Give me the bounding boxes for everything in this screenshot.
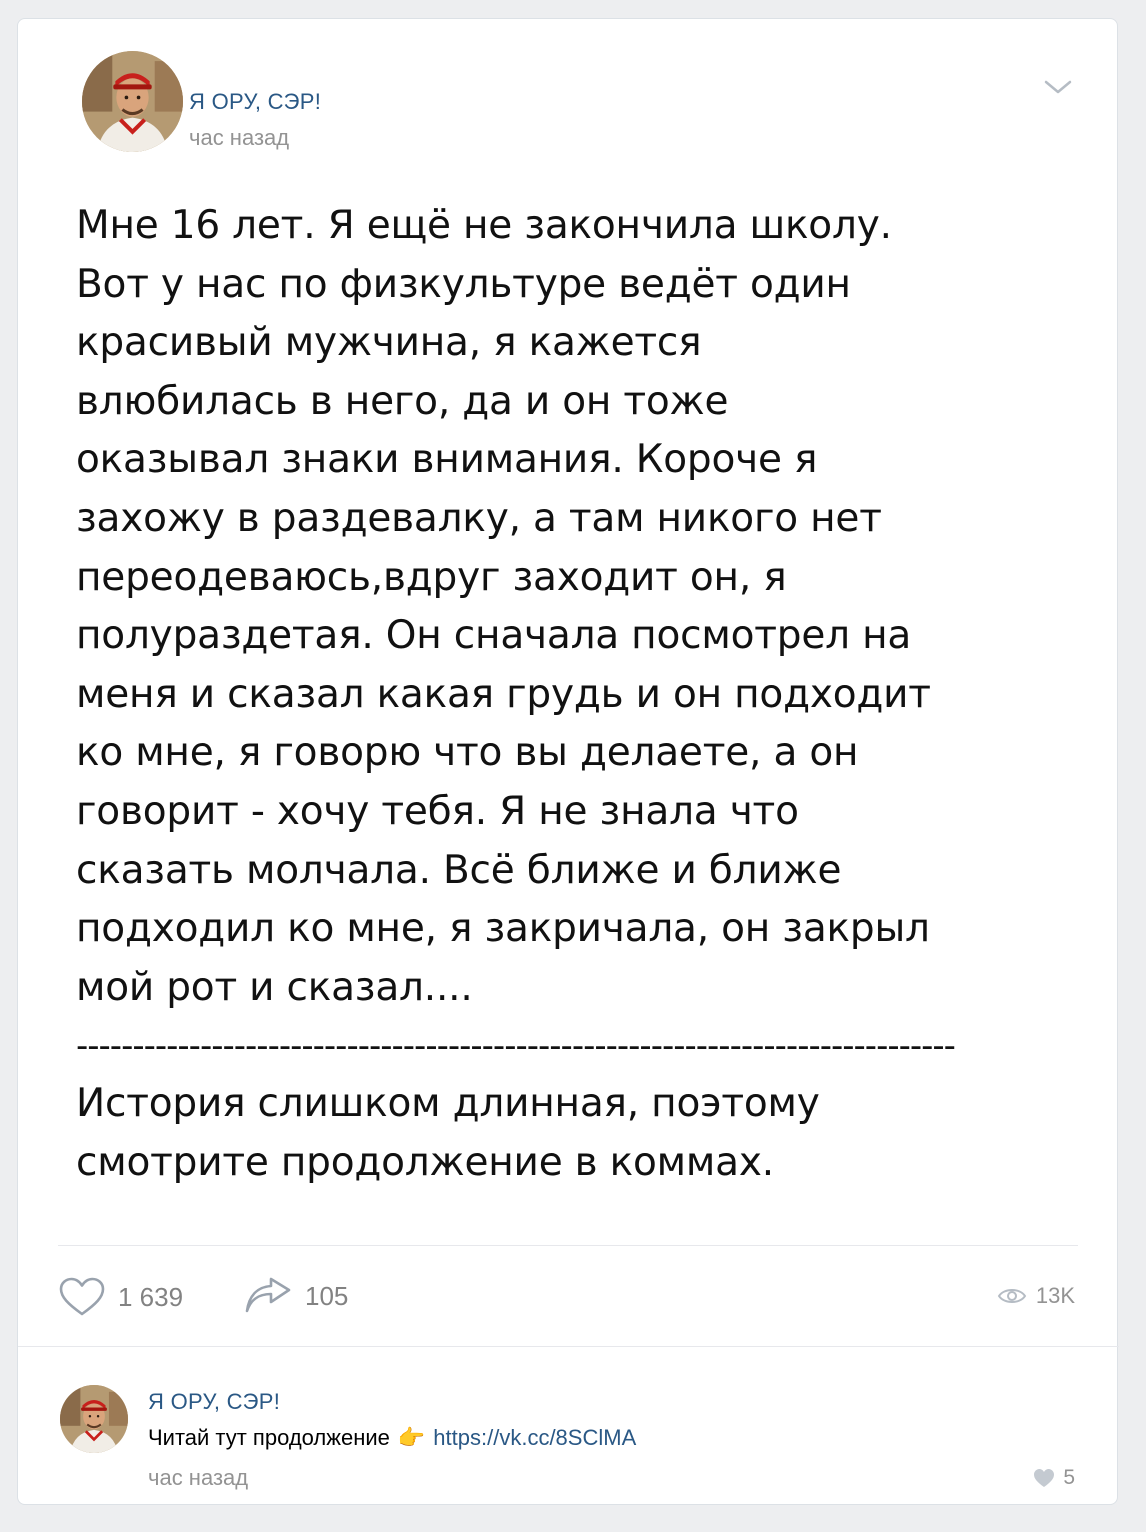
post-author-name[interactable]: Я ОРУ, СЭР!	[189, 89, 321, 115]
chevron-down-icon[interactable]	[1040, 75, 1076, 99]
post-timestamp[interactable]: час назад	[189, 125, 289, 151]
like-button[interactable]: 1 639	[58, 1277, 183, 1317]
text-divider: ----------------------------------------…	[76, 1026, 956, 1067]
post-text-line: захожу в раздевалку, а там никого нет	[76, 495, 882, 541]
post-text-line: переодеваюсь,вдруг заходит он, я	[76, 554, 787, 600]
comment-like-button[interactable]: 5	[1033, 1466, 1075, 1490]
post-text-line: мой рот и сказал....	[76, 964, 473, 1010]
pointing-hand-icon: 👉	[397, 1425, 426, 1450]
post-text-line: ко мне, я говорю что вы делаете, а он	[76, 730, 859, 776]
comment-author-avatar[interactable]	[60, 1385, 128, 1453]
avatar-image	[82, 51, 183, 152]
comment-timestamp[interactable]: час назад	[148, 1465, 248, 1491]
post-text-line: Мне 16 лет. Я ещё не закончила школу.	[76, 203, 892, 248]
divider	[18, 1346, 1119, 1347]
comment-author-name[interactable]: Я ОРУ, СЭР!	[148, 1389, 280, 1415]
post-text-line: оказывал знаки внимания. Короче я	[76, 437, 818, 483]
share-count: 105	[305, 1280, 349, 1311]
avatar-image	[60, 1385, 128, 1453]
post-text: Мне 16 лет. Я ещё не закончила школу. Во…	[76, 197, 1086, 1193]
post-footer-line: История слишком длинная, поэтому	[76, 1081, 820, 1127]
post-author-avatar[interactable]	[82, 51, 183, 152]
post-footer-line: смотрите продолжение в коммах.	[76, 1139, 774, 1185]
post-text-line: меня и сказал какая грудь и он подходит	[76, 671, 931, 717]
like-count: 1 639	[118, 1281, 184, 1312]
post-text-line: сказать молчала. Всё ближе и ближе	[76, 847, 842, 893]
heart-icon	[59, 1277, 105, 1316]
heart-icon	[1034, 1469, 1055, 1487]
post-text-line: полураздетая. Он сначала посмотрел на	[76, 613, 912, 659]
views-counter: 13K	[997, 1283, 1075, 1309]
post-text-line: Вот у нас по физкультуре ведёт один	[76, 261, 851, 307]
post-text-line: подходил ко мне, я закричала, он закрыл	[76, 906, 930, 952]
share-button[interactable]: 105	[243, 1277, 348, 1315]
comment-body: Читай тут продолжение	[148, 1425, 390, 1450]
post-text-line: влюбилась в него, да и он тоже	[76, 378, 729, 424]
divider	[58, 1245, 1078, 1246]
comment-like-count: 5	[1063, 1466, 1075, 1489]
eye-icon	[997, 1289, 1027, 1303]
comment-text: Читай тут продолжение 👉 https://vk.cc/8S…	[148, 1425, 636, 1451]
share-icon	[245, 1277, 291, 1313]
comment-link[interactable]: https://vk.cc/8SClMA	[433, 1425, 636, 1451]
post-text-line: красивый мужчина, я кажется	[76, 320, 702, 366]
views-count: 13K	[1035, 1283, 1075, 1308]
post-text-line: говорит - хочу тебя. Я не знала что	[76, 788, 799, 834]
post-card: Я ОРУ, СЭР! час назад Мне 16 лет. Я ещё …	[17, 18, 1119, 1505]
